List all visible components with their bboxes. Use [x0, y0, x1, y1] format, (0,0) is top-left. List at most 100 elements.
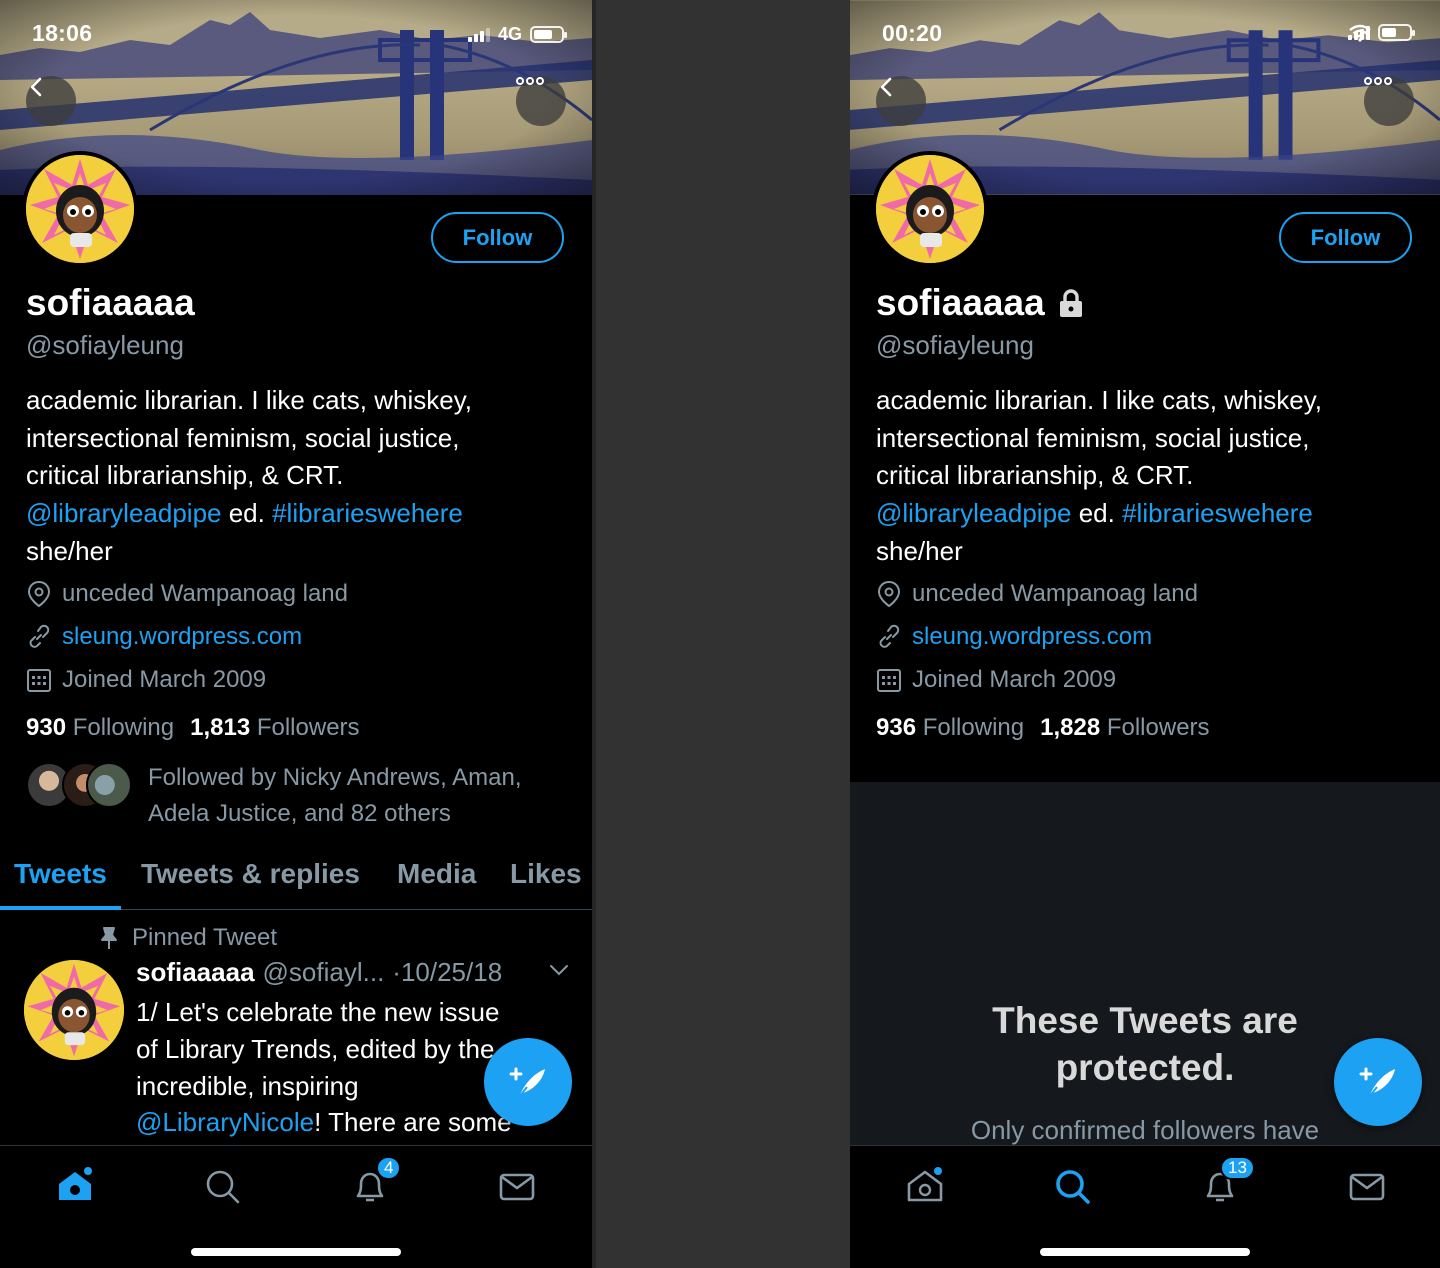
location-text: unceded Wampanoag land [912, 580, 1198, 607]
home-indicator [191, 1248, 401, 1256]
following-count-link[interactable]: 936 Following [876, 714, 1024, 742]
pinned-tweet-label: Pinned Tweet [98, 924, 277, 952]
bio-hashtag-link[interactable]: #librarieswehere [1122, 498, 1313, 528]
bio-text: ed. [221, 498, 273, 529]
home-indicator [1040, 1248, 1250, 1256]
status-time: 18:06 [32, 20, 93, 46]
location-pin-icon [877, 580, 901, 608]
follow-button[interactable]: Follow [1279, 212, 1412, 263]
avatar [86, 762, 132, 808]
followers-count: 1,828 [1040, 714, 1101, 741]
left-phone-screen: 18:06 4G Follow sofiaaaaa @sofiayleung a… [0, 0, 592, 1268]
profile-bio: academic librarian. I like cats, whiskey… [876, 382, 1416, 571]
bio-mention-link[interactable]: @libraryleadpipe [26, 498, 222, 528]
website-row: sleung.wordpress.com [26, 623, 302, 651]
joined-row: Joined March 2009 [26, 666, 266, 694]
search-icon[interactable] [1052, 1166, 1092, 1206]
website-row: sleung.wordpress.com [876, 623, 1152, 651]
center-divider [592, 0, 850, 1268]
pinned-tweet-text: Pinned Tweet [132, 924, 277, 951]
status-indicators: 4G [467, 24, 567, 45]
bio-line: intersectional feminism, social justice, [26, 422, 460, 453]
more-options-button[interactable] [516, 76, 566, 126]
tweet-mention-link[interactable]: @LibraryNicole [136, 1107, 314, 1137]
followed-by-text: Followed by Nicky Andrews, Aman, Adela J… [148, 764, 522, 827]
profile-name-text: sofiaaaaa [876, 282, 1045, 323]
back-button[interactable] [26, 76, 76, 126]
lock-icon [1059, 289, 1082, 317]
compose-feather-icon [509, 1067, 545, 1098]
following-count: 936 [876, 714, 917, 741]
followers-count-link[interactable]: 1,813 Followers [190, 714, 359, 742]
follow-counts: 930 Following 1,813 Followers [26, 714, 360, 742]
bio-hashtag-link[interactable]: #librarieswehere [272, 498, 463, 528]
wifi-icon [1349, 24, 1371, 42]
chevron-left-icon [30, 77, 42, 97]
following-count: 930 [26, 714, 67, 741]
joined-text: Joined March 2009 [62, 666, 267, 693]
compose-tweet-button[interactable] [484, 1038, 572, 1126]
follow-button[interactable]: Follow [431, 212, 564, 263]
tweet-author-name[interactable]: sofiaaaaa [136, 957, 255, 988]
link-icon [29, 624, 50, 648]
calendar-icon [27, 669, 51, 692]
following-count-link[interactable]: 930 Following [26, 714, 174, 742]
followers-count: 1,813 [190, 714, 251, 741]
search-icon[interactable] [202, 1166, 242, 1206]
tweet-line-rest: ! There are some [314, 1107, 512, 1138]
avatar-illustration [24, 960, 124, 1060]
profile-name-text: sofiaaaaa [26, 282, 195, 323]
more-dots-icon [516, 77, 544, 85]
messages-mail-icon[interactable] [497, 1166, 537, 1206]
profile-avatar[interactable] [22, 151, 138, 267]
tweet-author-handle[interactable]: @sofiayl... [263, 957, 385, 988]
joined-text: Joined March 2009 [912, 666, 1117, 693]
notifications-badge: 13 [1220, 1156, 1255, 1180]
profile-handle: @sofiayleung [876, 330, 1034, 360]
website-link[interactable]: sleung.wordpress.com [62, 623, 302, 651]
location-row: unceded Wampanoag land [876, 580, 1198, 608]
tweet-line: 1/ Let's celebrate the new issue [136, 997, 500, 1027]
home-icon[interactable] [55, 1166, 95, 1206]
back-button[interactable] [876, 76, 926, 126]
protected-title-line: These Tweets are [992, 1000, 1298, 1041]
profile-name: sofiaaaaa [876, 282, 1085, 324]
more-dots-icon [1364, 77, 1392, 85]
status-time: 00:20 [882, 20, 943, 46]
cellular-signal-icon [467, 27, 490, 42]
location-text: unceded Wampanoag land [62, 580, 348, 607]
tab-tweets-replies[interactable]: Tweets & replies [141, 858, 360, 890]
chevron-down-icon[interactable] [548, 962, 570, 978]
tab-likes[interactable]: Likes [510, 858, 582, 890]
profile-handle: @sofiayleung [26, 330, 184, 360]
tab-media[interactable]: Media [397, 858, 476, 890]
website-link[interactable]: sleung.wordpress.com [912, 623, 1152, 651]
compose-tweet-button[interactable] [1334, 1038, 1422, 1126]
followers-label: Followers [256, 714, 360, 741]
battery-icon [530, 26, 567, 43]
active-tab-indicator [0, 906, 121, 910]
home-icon[interactable] [905, 1166, 945, 1206]
avatar-illustration [26, 155, 134, 263]
right-phone-screen: 00:20 Follow sofiaaaaa @sofiayleung acad… [850, 0, 1440, 1268]
notifications-badge: 4 [376, 1156, 402, 1180]
bio-mention-link[interactable]: @libraryleadpipe [876, 498, 1072, 528]
bio-line: intersectional feminism, social justice, [876, 422, 1310, 453]
more-options-button[interactable] [1364, 76, 1414, 126]
bio-pronouns: she/her [26, 535, 113, 566]
followers-count-link[interactable]: 1,828 Followers [1040, 714, 1209, 742]
bio-pronouns: she/her [876, 535, 963, 566]
joined-row: Joined March 2009 [876, 666, 1116, 694]
profile-avatar[interactable] [872, 151, 988, 267]
follow-counts: 936 Following 1,828 Followers [876, 714, 1210, 742]
following-label: Following [922, 714, 1025, 741]
bottom-tab-bar: 4 [0, 1145, 592, 1268]
bio-line: academic librarian. I like cats, whiskey… [26, 385, 473, 415]
tweet-date[interactable]: ·10/25/18 [392, 957, 502, 988]
messages-mail-icon[interactable] [1347, 1166, 1387, 1206]
tab-tweets[interactable]: Tweets [14, 858, 107, 890]
bottom-tab-bar: 13 [850, 1145, 1440, 1268]
bio-text: ed. [1071, 498, 1123, 529]
followed-by-row[interactable]: Followed by Nicky Andrews, Aman, Adela J… [26, 760, 568, 832]
tweet-avatar[interactable] [24, 960, 124, 1060]
